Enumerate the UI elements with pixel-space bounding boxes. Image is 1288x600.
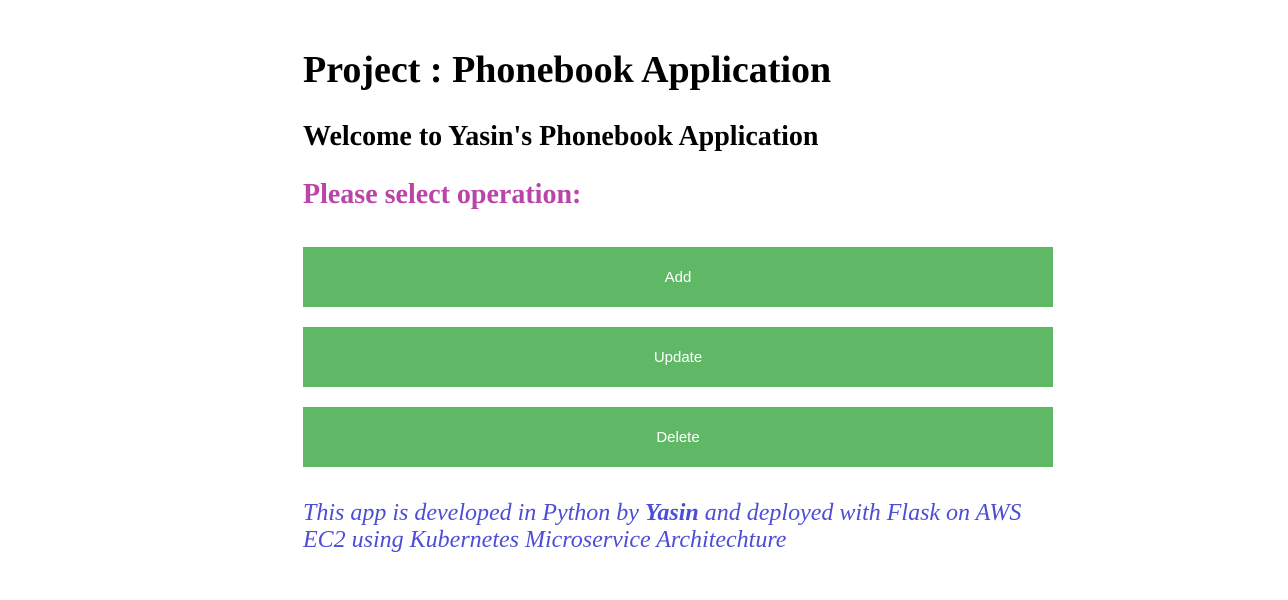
footer-text-before: This app is developed in Python by bbox=[303, 500, 645, 526]
update-button[interactable]: Update bbox=[303, 327, 1053, 387]
footer-note: This app is developed in Python by Yasin… bbox=[303, 500, 1053, 554]
add-button[interactable]: Add bbox=[303, 247, 1053, 307]
delete-button[interactable]: Delete bbox=[303, 407, 1053, 467]
welcome-heading: Welcome to Yasin's Phonebook Application bbox=[303, 121, 819, 152]
footer-author: Yasin bbox=[644, 500, 699, 526]
select-operation-prompt: Please select operation: bbox=[303, 179, 582, 210]
page-title: Project : Phonebook Application bbox=[303, 49, 832, 91]
